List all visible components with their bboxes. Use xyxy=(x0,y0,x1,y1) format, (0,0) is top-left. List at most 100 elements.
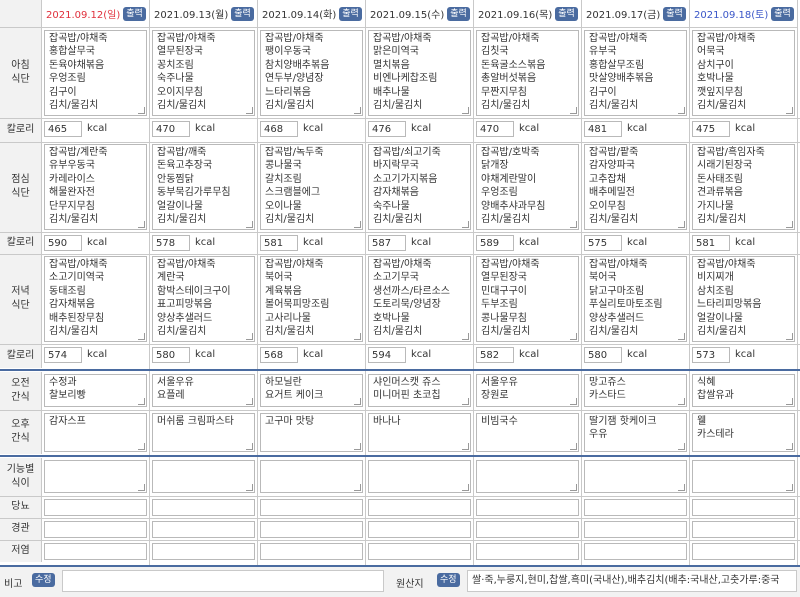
breakfast-menu[interactable]: 잡곡밥/야채죽 맑은미역국 멸치볶음 비엔나케찹조림 배추나물 김치/물김치 xyxy=(368,30,471,116)
breakfast-menu[interactable]: 잡곡밥/야채죽 김칫국 돈육굴소스볶음 총알버섯볶음 무짠지무침 김치/물김치 xyxy=(476,30,579,116)
print-button[interactable]: 출력 xyxy=(447,6,470,21)
calorie-input[interactable]: 581 xyxy=(692,235,730,251)
tube-feeding-input[interactable] xyxy=(476,521,579,538)
resize-grip-icon[interactable] xyxy=(678,484,685,491)
resize-grip-icon[interactable] xyxy=(246,333,253,340)
dinner-menu[interactable]: 잡곡밥/야채죽 소고기무국 생선까스/타르소스 도토리묵/양념장 호박나물 김치… xyxy=(368,256,471,342)
resize-grip-icon[interactable] xyxy=(570,398,577,405)
lunch-menu[interactable]: 잡곡밥/호박죽 닭개장 야채계란말이 우엉조림 양배추샤과무침 김치/물김치 xyxy=(476,144,579,230)
snack-am-menu[interactable]: 수정과 찰보리빵 xyxy=(44,374,147,407)
low-salt-input[interactable] xyxy=(260,543,363,560)
snack-pm-menu[interactable]: 딸기잼 핫케이크 우유 xyxy=(584,413,687,452)
resize-grip-icon[interactable] xyxy=(246,484,253,491)
breakfast-menu[interactable]: 잡곡밥/야채죽 어묵국 삼치구이 호박나물 깻잎지무침 김치/물김치 xyxy=(692,30,795,116)
tube-feeding-input[interactable] xyxy=(692,521,795,538)
resize-grip-icon[interactable] xyxy=(462,333,469,340)
lunch-menu[interactable]: 잡곡밥/계란죽 유부우동국 카레라이스 해물완자전 단무지무침 김치/물김치 xyxy=(44,144,147,230)
resize-grip-icon[interactable] xyxy=(354,398,361,405)
resize-grip-icon[interactable] xyxy=(786,333,793,340)
breakfast-menu[interactable]: 잡곡밥/야채죽 홍합살무국 돈육야채볶음 우엉조림 김구이 김치/물김치 xyxy=(44,30,147,116)
lunch-menu[interactable]: 잡곡밥/쇠고기죽 바지락무국 소고기가지볶음 감자채볶음 숙주나물 김치/물김치 xyxy=(368,144,471,230)
calorie-input[interactable]: 476 xyxy=(368,121,406,137)
resize-grip-icon[interactable] xyxy=(138,107,145,114)
functional-diet-input[interactable] xyxy=(152,460,255,493)
resize-grip-icon[interactable] xyxy=(570,107,577,114)
calorie-input[interactable]: 594 xyxy=(368,347,406,363)
snack-am-menu[interactable]: 하모닐란 요거트 케이크 xyxy=(260,374,363,407)
dinner-menu[interactable]: 잡곡밥/야채죽 소고기미역국 동태조림 감자채볶음 배추된장무침 김치/물김치 xyxy=(44,256,147,342)
resize-grip-icon[interactable] xyxy=(246,221,253,228)
low-salt-input[interactable] xyxy=(692,543,795,560)
calorie-input[interactable]: 568 xyxy=(260,347,298,363)
snack-pm-menu[interactable]: 감자스프 xyxy=(44,413,147,452)
tube-feeding-input[interactable] xyxy=(368,521,471,538)
tube-feeding-input[interactable] xyxy=(260,521,363,538)
resize-grip-icon[interactable] xyxy=(462,484,469,491)
resize-grip-icon[interactable] xyxy=(246,107,253,114)
resize-grip-icon[interactable] xyxy=(678,443,685,450)
low-salt-input[interactable] xyxy=(476,543,579,560)
functional-diet-input[interactable] xyxy=(692,460,795,493)
calorie-input[interactable]: 580 xyxy=(584,347,622,363)
dinner-menu[interactable]: 잡곡밥/야채죽 비지찌개 삼치조림 느타리피망볶음 얼갈이나물 김치/물김치 xyxy=(692,256,795,342)
note-input[interactable] xyxy=(62,570,384,592)
origin-edit-button[interactable]: 수정 xyxy=(437,573,460,587)
functional-diet-input[interactable] xyxy=(368,460,471,493)
calorie-input[interactable]: 574 xyxy=(44,347,82,363)
diabetic-input[interactable] xyxy=(44,499,147,516)
lunch-menu[interactable]: 잡곡밥/깨죽 돈육고추장국 안동찜닭 동부묵김가루무침 얼갈이나물 김치/물김치 xyxy=(152,144,255,230)
resize-grip-icon[interactable] xyxy=(138,484,145,491)
dinner-menu[interactable]: 잡곡밥/야채죽 열무된장국 민대구구이 두부조림 콩나물무침 김치/물김치 xyxy=(476,256,579,342)
snack-am-menu[interactable]: 서울우유 장원로 xyxy=(476,374,579,407)
low-salt-input[interactable] xyxy=(368,543,471,560)
resize-grip-icon[interactable] xyxy=(138,443,145,450)
resize-grip-icon[interactable] xyxy=(462,398,469,405)
lunch-menu[interactable]: 잡곡밥/녹두죽 콩나물국 갈치조림 스크램블에그 오이나물 김치/물김치 xyxy=(260,144,363,230)
calorie-input[interactable]: 470 xyxy=(476,121,514,137)
resize-grip-icon[interactable] xyxy=(786,107,793,114)
calorie-input[interactable]: 582 xyxy=(476,347,514,363)
resize-grip-icon[interactable] xyxy=(786,484,793,491)
resize-grip-icon[interactable] xyxy=(462,221,469,228)
calorie-input[interactable]: 465 xyxy=(44,121,82,137)
breakfast-menu[interactable]: 잡곡밥/야채죽 팽이우동국 참치양배추볶음 연두부/양념장 느타리볶음 김치/물… xyxy=(260,30,363,116)
low-salt-input[interactable] xyxy=(152,543,255,560)
snack-pm-menu[interactable]: 고구마 맛탕 xyxy=(260,413,363,452)
dinner-menu[interactable]: 잡곡밥/야채죽 북어국 닭고구마조림 푸실리토마토조림 양상추샐러드 김치/물김… xyxy=(584,256,687,342)
print-button[interactable]: 출력 xyxy=(123,6,146,21)
resize-grip-icon[interactable] xyxy=(246,443,253,450)
functional-diet-input[interactable] xyxy=(260,460,363,493)
calorie-input[interactable]: 590 xyxy=(44,235,82,251)
resize-grip-icon[interactable] xyxy=(462,443,469,450)
print-button[interactable]: 출력 xyxy=(555,6,578,21)
resize-grip-icon[interactable] xyxy=(570,443,577,450)
functional-diet-input[interactable] xyxy=(44,460,147,493)
resize-grip-icon[interactable] xyxy=(678,398,685,405)
resize-grip-icon[interactable] xyxy=(678,107,685,114)
resize-grip-icon[interactable] xyxy=(138,398,145,405)
dinner-menu[interactable]: 잡곡밥/야채죽 북어국 계육볶음 볼어묵피망조림 고사리나물 김치/물김치 xyxy=(260,256,363,342)
snack-pm-menu[interactable]: 비빔국수 xyxy=(476,413,579,452)
calorie-input[interactable]: 578 xyxy=(152,235,190,251)
resize-grip-icon[interactable] xyxy=(786,398,793,405)
diabetic-input[interactable] xyxy=(152,499,255,516)
tube-feeding-input[interactable] xyxy=(44,521,147,538)
snack-pm-menu[interactable]: 웰 카스테라 xyxy=(692,413,795,452)
snack-pm-menu[interactable]: 바나나 xyxy=(368,413,471,452)
note-edit-button[interactable]: 수정 xyxy=(32,573,55,587)
calorie-input[interactable]: 575 xyxy=(584,235,622,251)
calorie-input[interactable]: 589 xyxy=(476,235,514,251)
resize-grip-icon[interactable] xyxy=(354,221,361,228)
print-button[interactable]: 출력 xyxy=(339,6,362,21)
calorie-input[interactable]: 470 xyxy=(152,121,190,137)
snack-am-menu[interactable]: 서울우유 요플레 xyxy=(152,374,255,407)
resize-grip-icon[interactable] xyxy=(678,221,685,228)
diabetic-input[interactable] xyxy=(584,499,687,516)
diabetic-input[interactable] xyxy=(260,499,363,516)
calorie-input[interactable]: 475 xyxy=(692,121,730,137)
resize-grip-icon[interactable] xyxy=(570,333,577,340)
low-salt-input[interactable] xyxy=(584,543,687,560)
calorie-input[interactable]: 581 xyxy=(260,235,298,251)
snack-pm-menu[interactable]: 머쉬룸 크림파스타 xyxy=(152,413,255,452)
resize-grip-icon[interactable] xyxy=(354,484,361,491)
